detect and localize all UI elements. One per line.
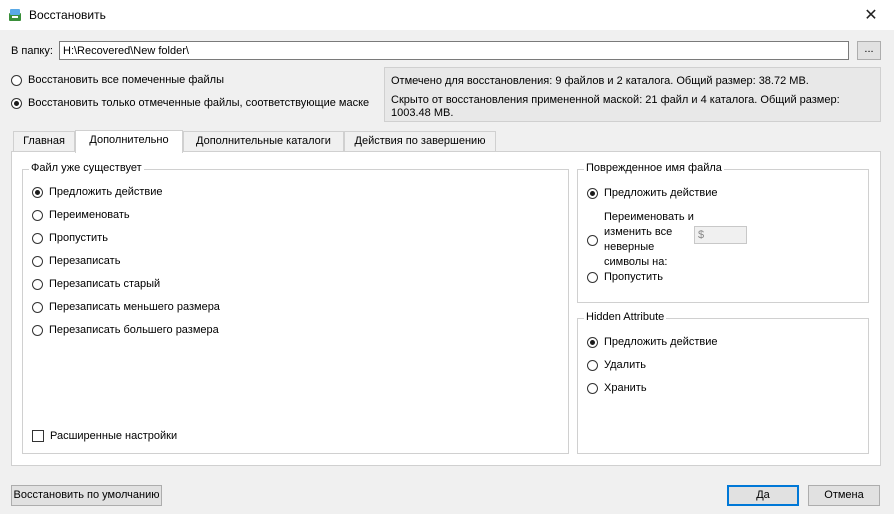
radio-indicator xyxy=(32,209,43,221)
radio-fe-skip-label: Пропустить xyxy=(49,232,108,244)
radio-restore-all-label: Восстановить все помеченные файлы xyxy=(28,74,224,86)
radio-fe-overwrite[interactable]: Перезаписать xyxy=(32,255,120,267)
summary-marked: Отмечено для восстановления: 9 файлов и … xyxy=(391,75,809,87)
checkbox-advanced-settings[interactable]: Расширенные настройки xyxy=(32,430,177,442)
radio-ha-delete-label: Удалить xyxy=(604,359,646,371)
radio-fe-overwrite-smaller[interactable]: Перезаписать меньшего размера xyxy=(32,301,220,313)
radio-dn-skip[interactable]: Пропустить xyxy=(587,271,663,283)
tab-advanced[interactable]: Дополнительно xyxy=(75,130,183,153)
radio-indicator xyxy=(11,74,22,86)
radio-indicator xyxy=(587,234,598,246)
radio-ha-suggest[interactable]: Предложить действие xyxy=(587,336,718,348)
radio-fe-overwrite-larger-label: Перезаписать большего размера xyxy=(49,324,219,336)
radio-ha-suggest-label: Предложить действие xyxy=(604,336,718,348)
radio-dn-suggest-label: Предложить действие xyxy=(604,187,718,199)
summary-hidden: Скрыто от восстановления примененной мас… xyxy=(391,94,840,119)
replace-char-input[interactable] xyxy=(694,226,747,244)
tab-main[interactable]: Главная xyxy=(13,131,75,151)
close-icon: ✕ xyxy=(864,7,878,24)
group-damaged-name-title: Поврежденное имя файла xyxy=(584,162,724,174)
radio-ha-delete[interactable]: Удалить xyxy=(587,359,646,371)
checkbox-advanced-settings-label: Расширенные настройки xyxy=(50,430,178,442)
radio-indicator xyxy=(587,271,598,283)
browse-button[interactable]: ... xyxy=(857,41,881,60)
radio-ha-keep-label: Хранить xyxy=(604,382,647,394)
radio-indicator-selected xyxy=(587,336,598,348)
radio-dn-rename[interactable]: Переименовать и изменить все неверные си… xyxy=(587,210,694,270)
radio-ha-keep[interactable]: Хранить xyxy=(587,382,647,394)
radio-dn-rename-label: Переименовать и изменить все неверные си… xyxy=(604,211,694,268)
radio-indicator-selected xyxy=(32,186,43,198)
radio-restore-masked[interactable]: Восстановить только отмеченные файлы, со… xyxy=(11,97,369,109)
checkbox-indicator xyxy=(32,430,44,442)
folder-label: В папку: xyxy=(11,45,53,57)
tab-finish-actions[interactable]: Действия по завершению xyxy=(344,131,496,151)
radio-dn-suggest[interactable]: Предложить действие xyxy=(587,187,718,199)
title-bar: Восстановить ✕ xyxy=(0,0,894,30)
radio-fe-rename-label: Переименовать xyxy=(49,209,130,221)
radio-indicator xyxy=(32,301,43,313)
cancel-button[interactable]: Отмена xyxy=(808,485,880,506)
restore-defaults-button[interactable]: Восстановить по умолчанию xyxy=(11,485,162,506)
radio-fe-skip[interactable]: Пропустить xyxy=(32,232,108,244)
radio-dn-skip-label: Пропустить xyxy=(604,271,663,283)
radio-indicator-selected xyxy=(11,97,22,109)
tab-extra-folders[interactable]: Дополнительные каталоги xyxy=(183,131,344,151)
group-hidden-attribute-title: Hidden Attribute xyxy=(584,311,667,323)
window-title: Восстановить xyxy=(29,8,106,22)
radio-fe-rename[interactable]: Переименовать xyxy=(32,209,130,221)
radio-indicator xyxy=(32,278,43,290)
folder-path-input[interactable] xyxy=(59,41,849,60)
radio-indicator xyxy=(32,324,43,336)
app-icon xyxy=(9,9,21,21)
close-button[interactable]: ✕ xyxy=(848,0,894,30)
radio-fe-overwrite-older[interactable]: Перезаписать старый xyxy=(32,278,160,290)
radio-indicator xyxy=(587,359,598,371)
radio-fe-overwrite-larger[interactable]: Перезаписать большего размера xyxy=(32,324,219,336)
radio-fe-overwrite-smaller-label: Перезаписать меньшего размера xyxy=(49,301,220,313)
radio-restore-all[interactable]: Восстановить все помеченные файлы xyxy=(11,74,224,86)
radio-indicator xyxy=(32,232,43,244)
radio-fe-overwrite-label: Перезаписать xyxy=(49,255,121,267)
radio-indicator-selected xyxy=(587,187,598,199)
radio-fe-suggest[interactable]: Предложить действие xyxy=(32,186,163,198)
radio-fe-suggest-label: Предложить действие xyxy=(49,186,163,198)
radio-indicator xyxy=(32,255,43,267)
group-file-exists-title: Файл уже существует xyxy=(29,162,144,174)
radio-restore-masked-label: Восстановить только отмеченные файлы, со… xyxy=(28,97,370,109)
summary-info-box: Отмечено для восстановления: 9 файлов и … xyxy=(384,67,881,122)
ok-button[interactable]: Да xyxy=(727,485,799,506)
radio-indicator xyxy=(587,382,598,394)
radio-fe-overwrite-older-label: Перезаписать старый xyxy=(49,278,161,290)
